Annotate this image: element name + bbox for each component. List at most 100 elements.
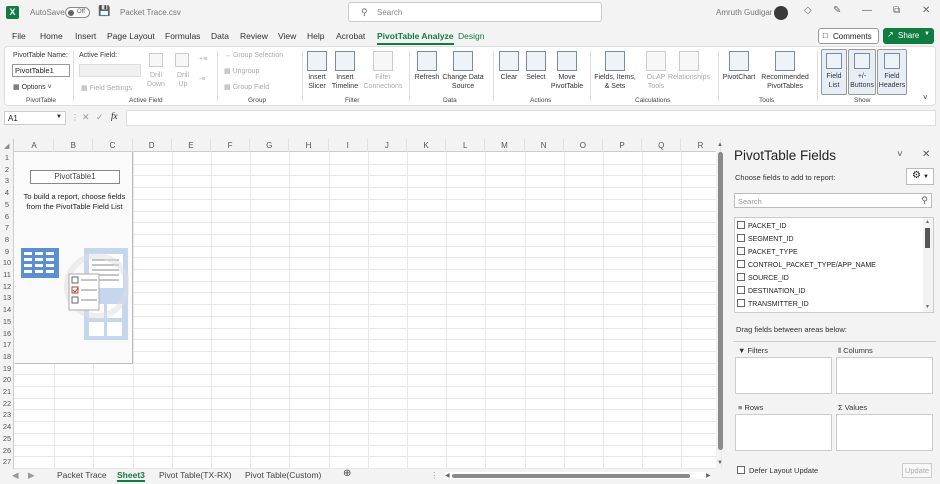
row-header[interactable]: 21 xyxy=(0,387,14,399)
checkbox[interactable] xyxy=(737,247,745,255)
sheet-tab-pivot-custom[interactable]: Pivot Table(Custom) xyxy=(245,470,321,480)
options-button[interactable]: ▦ Options ˅ xyxy=(13,83,52,92)
list-item[interactable]: SEGMENT_ID xyxy=(737,234,794,243)
tab-help[interactable]: Help xyxy=(307,31,324,41)
row-header[interactable]: 22 xyxy=(0,399,14,411)
fx-icon[interactable]: fx xyxy=(111,111,118,121)
scroll-right-icon[interactable]: ▶ xyxy=(706,472,711,479)
restore-icon[interactable]: ⧉ xyxy=(893,5,900,16)
collapse-field-icon[interactable]: -≡ xyxy=(199,75,205,84)
cancel-icon[interactable]: ✕ xyxy=(82,112,90,123)
checkbox[interactable] xyxy=(737,273,745,281)
list-item[interactable]: PACKET_TYPE xyxy=(737,247,798,256)
horizontal-scroll-thumb[interactable] xyxy=(452,474,690,478)
refresh-button[interactable]: Refresh xyxy=(411,73,443,82)
tab-design[interactable]: Design xyxy=(458,31,484,41)
row-header[interactable]: 23 xyxy=(0,410,14,422)
row-header[interactable]: 16 xyxy=(0,329,14,341)
checkbox[interactable] xyxy=(737,286,745,294)
tab-page-layout[interactable]: Page Layout xyxy=(107,31,155,41)
row-header[interactable]: 10 xyxy=(0,258,14,270)
file-name[interactable]: Packet Trace.csv xyxy=(120,8,181,17)
column-header[interactable]: Q xyxy=(642,139,682,152)
column-header[interactable]: A xyxy=(15,139,55,152)
column-header[interactable]: H xyxy=(289,139,329,152)
fields-items-sets-button[interactable]: Fields, Items, & Sets xyxy=(593,73,637,91)
close-icon[interactable]: ✕ xyxy=(922,5,930,16)
column-header[interactable]: M xyxy=(485,139,525,152)
relationships-button[interactable]: Relationships xyxy=(667,73,711,82)
column-header[interactable]: J xyxy=(368,139,407,152)
field-headers-button[interactable]: Field Headers xyxy=(877,49,907,95)
column-header[interactable]: D xyxy=(133,139,172,152)
tab-formulas[interactable]: Formulas xyxy=(165,31,200,41)
column-header[interactable]: L xyxy=(446,139,486,152)
update-button[interactable]: Update xyxy=(902,463,932,478)
list-item[interactable]: DESTINATION_ID xyxy=(737,286,805,295)
field-search-input[interactable]: Search ⚲ xyxy=(734,193,932,208)
tab-file[interactable]: File xyxy=(12,31,26,41)
row-header[interactable]: 19 xyxy=(0,364,14,376)
expand-field-icon[interactable]: +≡ xyxy=(199,55,207,64)
row-header[interactable]: 18 xyxy=(0,352,14,364)
group-field-button[interactable]: ▦ Group Field xyxy=(224,83,269,92)
row-header[interactable]: 11 xyxy=(0,270,14,282)
column-header[interactable]: K xyxy=(407,139,447,152)
column-header[interactable]: F xyxy=(211,139,251,152)
scroll-left-icon[interactable]: ◀ xyxy=(445,472,450,479)
minimize-icon[interactable]: — xyxy=(862,5,872,16)
row-header[interactable]: 4 xyxy=(0,188,14,200)
row-header[interactable]: 26 xyxy=(0,446,14,458)
active-field-input[interactable] xyxy=(79,64,141,77)
defer-layout-update[interactable]: Defer Layout Update xyxy=(737,466,818,475)
pen-icon[interactable]: ✎ xyxy=(833,5,841,16)
column-header[interactable]: E xyxy=(172,139,211,152)
formula-input[interactable] xyxy=(126,110,936,126)
row-header[interactable]: 20 xyxy=(0,375,14,387)
avatar[interactable] xyxy=(774,6,788,20)
tab-insert[interactable]: Insert xyxy=(75,31,96,41)
list-item[interactable]: CONTROL_PACKET_TYPE/APP_NAME xyxy=(737,260,876,269)
values-drop-area[interactable] xyxy=(836,414,933,451)
tab-view[interactable]: View xyxy=(278,31,296,41)
pivottable-name-input[interactable]: PivotTable1 xyxy=(12,64,70,77)
save-icon[interactable]: 💾 xyxy=(98,6,110,17)
row-header[interactable]: 14 xyxy=(0,305,14,317)
column-header[interactable]: P xyxy=(603,139,643,152)
tab-review[interactable]: Review xyxy=(240,31,268,41)
pane-close-icon[interactable]: ✕ xyxy=(922,149,930,160)
filter-connections-button[interactable]: Filter Connections xyxy=(363,73,403,91)
list-item[interactable]: PACKET_ID xyxy=(737,221,786,230)
insert-timeline-button[interactable]: Insert Timeline xyxy=(329,73,361,91)
user-name[interactable]: Amruth Gudigar xyxy=(716,8,772,17)
add-sheet-icon[interactable]: ⊕ xyxy=(343,468,351,479)
scroll-down-icon[interactable]: ▼ xyxy=(717,460,723,466)
row-header[interactable]: 6 xyxy=(0,212,14,224)
rows-drop-area[interactable] xyxy=(735,414,832,451)
vertical-scroll-thumb[interactable] xyxy=(718,152,723,450)
group-selection-button[interactable]: → Group Selection xyxy=(224,51,283,60)
row-header[interactable]: 3 xyxy=(0,176,14,188)
column-header[interactable]: I xyxy=(329,139,368,152)
field-list[interactable]: PACKET_ID SEGMENT_ID PACKET_TYPE CONTROL… xyxy=(734,217,934,313)
collapse-ribbon-icon[interactable]: ˅ xyxy=(923,93,928,102)
field-list-button[interactable]: Field List xyxy=(821,49,847,95)
ungroup-button[interactable]: ▦ Ungroup xyxy=(224,67,259,76)
buttons-toggle-button[interactable]: +/- Buttons xyxy=(848,49,876,95)
pane-options-icon[interactable]: ˅ xyxy=(897,149,903,160)
recommended-pivottables-button[interactable]: Recommended PivotTables xyxy=(757,73,813,91)
tab-split-icon[interactable]: ⋮ xyxy=(430,470,439,481)
clear-button[interactable]: Clear xyxy=(495,73,523,82)
drill-down-button[interactable]: Drill Down xyxy=(145,71,167,89)
checkbox[interactable] xyxy=(737,299,745,307)
scroll-up-icon[interactable]: ▲ xyxy=(717,142,723,148)
column-header[interactable]: N xyxy=(525,139,564,152)
sheet-tab-packet-trace[interactable]: Packet Trace xyxy=(57,470,107,480)
sheet-tab-sheet3[interactable]: Sheet3 xyxy=(117,470,145,482)
column-header[interactable]: G xyxy=(250,139,290,152)
search-box[interactable]: ⚲ Search xyxy=(348,2,602,22)
checkbox[interactable] xyxy=(737,221,745,229)
row-header[interactable]: 12 xyxy=(0,282,14,294)
pivotchart-button[interactable]: PivotChart xyxy=(721,73,757,82)
tab-data[interactable]: Data xyxy=(211,31,229,41)
